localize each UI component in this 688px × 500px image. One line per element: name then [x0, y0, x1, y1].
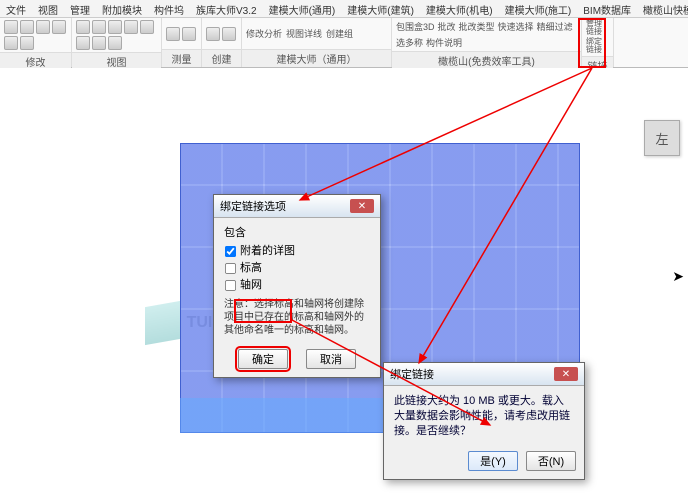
close-icon[interactable]: ✕: [554, 367, 578, 381]
dialog-title: 绑定链接选项: [220, 198, 286, 214]
btn-bbox3d[interactable]: 包围盒3D: [396, 20, 435, 33]
tool-icon[interactable]: [36, 20, 50, 34]
tool-icon[interactable]: [52, 20, 66, 34]
ribbon-tabs[interactable]: 文件 视图 管理 附加模块 构件坞 族库大师V3.2 建模大师(通用) 建模大师…: [0, 0, 688, 18]
btn-info[interactable]: 构件说明: [426, 36, 462, 49]
tool-icon[interactable]: [182, 27, 196, 41]
chk-levels[interactable]: 标高: [224, 259, 370, 275]
tab-jm-jianzhu[interactable]: 建模大师(建筑): [341, 0, 420, 17]
no-button[interactable]: 否(N): [526, 451, 576, 471]
dialog-title: 绑定链接: [390, 366, 434, 382]
tool-icon[interactable]: [124, 20, 138, 34]
group-jm-tongyong: 建模大师（通用）: [242, 49, 391, 67]
tab-zuku[interactable]: 族库大师V3.2: [190, 0, 263, 17]
dialog-note: 注意：选择标高和轴网将创建除项目中已存在的标高和轴网外的其他命名唯一的标高和轴网…: [224, 298, 370, 337]
tab-jm-jidian[interactable]: 建模大师(机电): [420, 0, 499, 17]
group-measure: 测量: [162, 49, 201, 67]
btn-quicksel[interactable]: 快速选择: [498, 20, 534, 33]
dialog-message: 此链接大约为 10 MB 或更大。载入大量数据会影响性能，请考虑改用链接。是否继…: [384, 386, 584, 447]
chk-attached-detail[interactable]: 附着的详图: [224, 242, 370, 258]
tool-icon[interactable]: [4, 20, 18, 34]
tool-icon[interactable]: [92, 20, 106, 34]
tool-icon[interactable]: [108, 36, 122, 50]
tool-icon[interactable]: [222, 27, 236, 41]
tab-jm-shigong[interactable]: 建模大师(施工): [499, 0, 578, 17]
tool-icon[interactable]: [92, 36, 106, 50]
btn-analysis[interactable]: 修改分析: [246, 27, 282, 40]
tab-goujianwu[interactable]: 构件坞: [148, 0, 190, 17]
tab-file[interactable]: 文件: [0, 0, 32, 17]
btn-filter[interactable]: 精细过滤: [537, 20, 573, 33]
tool-icon[interactable]: [76, 36, 90, 50]
group-create: 创建: [202, 49, 241, 67]
btn-manage-link[interactable]: 管理链接: [586, 20, 609, 36]
close-icon[interactable]: ✕: [350, 199, 374, 213]
yes-button[interactable]: 是(Y): [468, 451, 518, 471]
tool-icon[interactable]: [20, 20, 34, 34]
tool-icon[interactable]: [76, 20, 90, 34]
tab-gls-free[interactable]: 橄榄山快模-免费版: [637, 0, 688, 17]
tool-icon[interactable]: [20, 36, 34, 50]
cancel-button[interactable]: 取消: [306, 349, 356, 369]
btn-group[interactable]: 创建组: [326, 27, 353, 40]
ok-button[interactable]: 确定: [238, 349, 288, 369]
tool-icon[interactable]: [4, 36, 18, 50]
btn-batch2[interactable]: 批改类型: [459, 20, 495, 33]
btn-bind-link[interactable]: 绑定链接: [586, 38, 609, 54]
bind-link-options-dialog: 绑定链接选项 ✕ 包含 附着的详图 标高 轴网 注意：选择标高和轴网将创建除项目…: [213, 194, 381, 378]
tab-view[interactable]: 视图: [32, 0, 64, 17]
btn-batch1[interactable]: 批改: [438, 20, 456, 33]
tool-icon[interactable]: [108, 20, 122, 34]
cursor-icon: ➤: [672, 268, 684, 285]
btn-detail[interactable]: 视图详线: [286, 27, 322, 40]
ribbon: 修改 视图 测量 创建 修改分析 视图详线 创建组 建模大师（通用） 包围盒3D…: [0, 18, 688, 68]
tab-manage[interactable]: 管理: [64, 0, 96, 17]
include-label: 包含: [224, 224, 370, 240]
btn-multi[interactable]: 选多称: [396, 36, 423, 49]
group-gls-free: 橄榄山(免费效率工具): [392, 51, 581, 69]
view-cube[interactable]: 左: [644, 120, 680, 156]
tool-icon[interactable]: [166, 27, 180, 41]
chk-grids[interactable]: 轴网: [224, 276, 370, 292]
bind-link-confirm-dialog: 绑定链接 ✕ 此链接大约为 10 MB 或更大。载入大量数据会影响性能，请考虑改…: [383, 362, 585, 480]
tab-bim[interactable]: BIM数据库: [577, 0, 637, 17]
tool-icon[interactable]: [206, 27, 220, 41]
tab-jm-tongyong[interactable]: 建模大师(通用): [263, 0, 342, 17]
tool-icon[interactable]: [140, 20, 154, 34]
tab-addins[interactable]: 附加模块: [96, 0, 148, 17]
